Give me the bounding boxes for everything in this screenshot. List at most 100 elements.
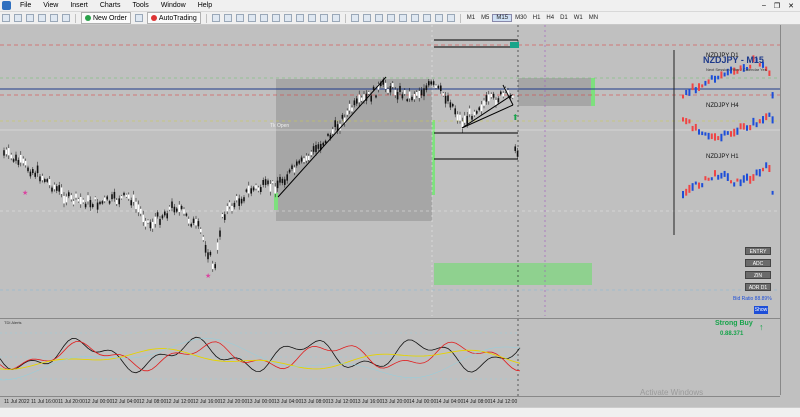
zoom-in-icon[interactable] xyxy=(247,14,256,22)
strategy-tester-icon[interactable] xyxy=(62,14,70,22)
mini-candle xyxy=(701,183,704,188)
adc-button[interactable]: ADC xyxy=(745,259,771,267)
trendline-icon[interactable] xyxy=(398,14,407,22)
menu-view[interactable]: View xyxy=(37,0,64,11)
tf-h4[interactable]: H4 xyxy=(543,15,557,21)
menu-file[interactable]: File xyxy=(14,0,37,11)
tf-h1[interactable]: H1 xyxy=(530,15,544,21)
candle-body xyxy=(236,196,238,201)
minimize-icon[interactable]: – xyxy=(762,2,766,10)
candle-body xyxy=(341,114,344,119)
tile-windows-icon[interactable] xyxy=(271,14,280,22)
candle-body xyxy=(298,160,300,164)
candle-body xyxy=(173,206,176,213)
indicators-icon[interactable] xyxy=(307,14,316,22)
bar-chart-icon[interactable] xyxy=(211,14,220,22)
zoom-out-icon[interactable] xyxy=(259,14,268,22)
channel-icon[interactable] xyxy=(410,14,419,22)
candle-body xyxy=(99,201,101,205)
mini-candle xyxy=(685,89,688,95)
candle-body xyxy=(473,111,476,116)
candle-body xyxy=(44,179,46,182)
candle-body xyxy=(106,196,108,200)
arrow-icon[interactable] xyxy=(446,14,455,22)
tf-m5[interactable]: M5 xyxy=(478,15,492,21)
candle-body xyxy=(308,155,310,160)
tdi-indicator-pane[interactable] xyxy=(0,318,780,396)
zin-button[interactable]: ZIN xyxy=(745,271,771,279)
mini-candle xyxy=(730,131,732,137)
candle-body xyxy=(118,198,120,205)
profiles-icon[interactable] xyxy=(14,14,22,22)
close-icon[interactable]: ✕ xyxy=(788,2,794,10)
candle-body xyxy=(358,94,360,103)
tf-m15[interactable]: M15 xyxy=(492,14,513,22)
new-chart-icon[interactable] xyxy=(2,14,10,22)
chart-shift-icon[interactable] xyxy=(295,14,304,22)
tf-d1[interactable]: D1 xyxy=(557,15,571,21)
candle-body xyxy=(46,179,48,182)
time-label: 13 Jul 08:00 xyxy=(301,399,329,405)
line-chart-icon[interactable] xyxy=(235,14,244,22)
navigator-icon[interactable] xyxy=(38,14,46,22)
crosshair-icon[interactable] xyxy=(362,14,371,22)
text-icon[interactable] xyxy=(434,14,443,22)
mini-candle xyxy=(707,177,710,181)
show-button[interactable]: Show xyxy=(754,306,768,314)
menu-charts[interactable]: Charts xyxy=(94,0,127,11)
candle-body xyxy=(120,196,123,199)
mini-candle xyxy=(682,190,684,199)
candle-body xyxy=(128,194,130,199)
periods-icon[interactable] xyxy=(319,14,328,22)
terminal-icon[interactable] xyxy=(50,14,58,22)
candle-body xyxy=(24,160,27,166)
cursor-icon[interactable] xyxy=(350,14,359,22)
time-label: 13 Jul 00:00 xyxy=(247,399,275,405)
candle-body xyxy=(17,159,20,165)
autoscroll-icon[interactable] xyxy=(283,14,292,22)
new-order-button[interactable]: New Order xyxy=(81,12,131,24)
horizontal-line-icon[interactable] xyxy=(386,14,395,22)
menu-tools[interactable]: Tools xyxy=(126,0,154,11)
autotrading-button[interactable]: AutoTrading xyxy=(146,12,201,24)
tf-w1[interactable]: W1 xyxy=(571,15,586,21)
entry-button[interactable]: ENTRY xyxy=(745,247,771,255)
price-chart[interactable]: ★ ★ ⬆ Tk Open NZDJPY - M15 Next Session … xyxy=(0,25,780,316)
tf-m30[interactable]: M30 xyxy=(512,15,530,21)
candle-body xyxy=(262,180,264,185)
time-label: 11 Jul 20:00 xyxy=(58,399,85,405)
candle-body xyxy=(192,218,195,224)
candle-body xyxy=(108,201,111,204)
candle-body xyxy=(394,89,396,96)
adr-d1-button[interactable]: ADR D1 xyxy=(745,283,771,291)
candle-body xyxy=(178,204,180,213)
candlestick-icon[interactable] xyxy=(223,14,232,22)
menu-window[interactable]: Window xyxy=(155,0,192,11)
tf-mn[interactable]: MN xyxy=(586,15,601,21)
candle-body xyxy=(197,221,200,227)
up-arrow-icon: ↑ xyxy=(759,322,764,332)
candle-body xyxy=(48,179,51,186)
restore-icon[interactable]: ❐ xyxy=(774,2,780,10)
mini-candle xyxy=(736,127,739,135)
menu-insert[interactable]: Insert xyxy=(64,0,94,11)
mini-candle xyxy=(739,123,742,130)
candle-body xyxy=(96,202,99,210)
candle-body xyxy=(492,93,495,98)
candle-body xyxy=(238,198,240,206)
price-axis[interactable] xyxy=(780,25,800,395)
fibonacci-icon[interactable] xyxy=(422,14,431,22)
vertical-line-icon[interactable] xyxy=(374,14,383,22)
candle-body xyxy=(65,196,68,203)
metaeditor-icon[interactable] xyxy=(134,14,143,22)
mini-candle xyxy=(694,87,697,94)
market-watch-icon[interactable] xyxy=(26,14,34,22)
candle-body xyxy=(293,167,296,173)
menu-help[interactable]: Help xyxy=(192,0,218,11)
mini-candle xyxy=(733,182,736,187)
candle-body xyxy=(348,103,351,111)
mini-chart-d1-label: NZDJPY D1 xyxy=(706,53,739,59)
templates-icon[interactable] xyxy=(331,14,340,22)
tf-m1[interactable]: M1 xyxy=(464,15,478,21)
candle-body xyxy=(485,95,488,102)
